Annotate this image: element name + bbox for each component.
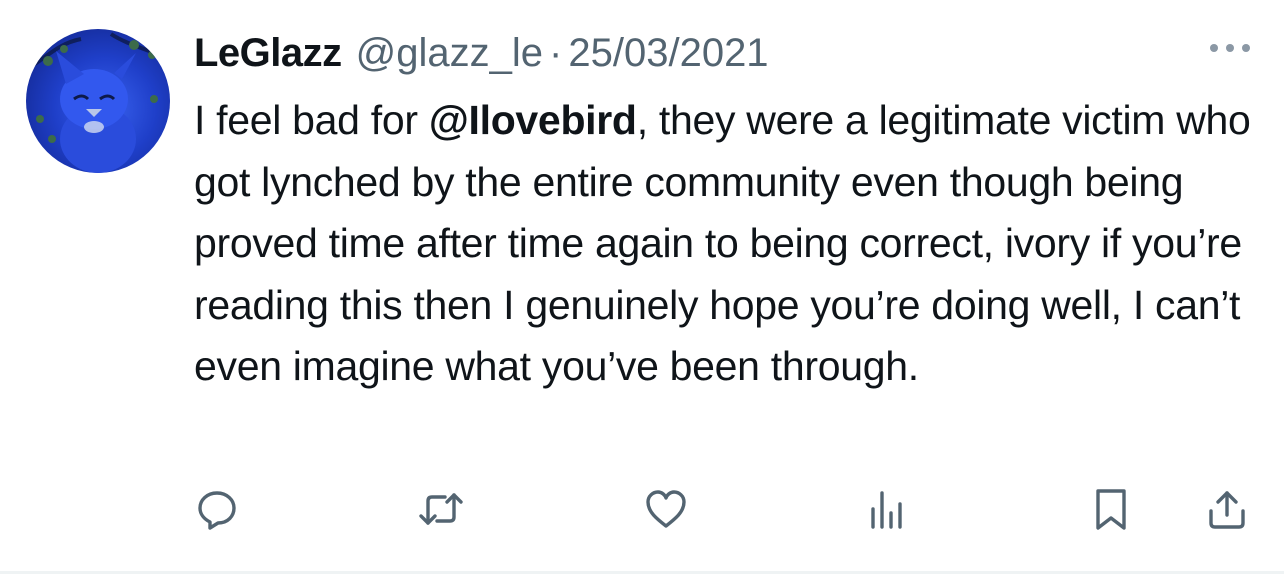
retweet-button[interactable]	[416, 484, 466, 534]
author-handle[interactable]: @glazz_le	[356, 28, 543, 78]
header-separator: ·	[549, 31, 563, 75]
bookmark-icon	[1096, 489, 1126, 530]
tweet-header: LeGlazz @glazz_le · 25/03/2021	[194, 28, 769, 78]
reply-button[interactable]	[192, 484, 242, 534]
share-button[interactable]	[1202, 484, 1252, 534]
reply-icon	[198, 491, 236, 530]
action-bar	[0, 484, 1284, 534]
mention-link[interactable]: @Ilovebird	[429, 97, 637, 143]
more-options-button[interactable]	[1206, 36, 1254, 60]
tweet-text-start: I feel bad for	[194, 97, 429, 143]
like-button[interactable]	[641, 484, 691, 534]
heart-icon	[646, 490, 686, 528]
more-horizontal-icon	[1210, 44, 1250, 52]
views-button[interactable]	[862, 484, 912, 534]
share-icon	[1209, 491, 1245, 529]
bar-chart-icon	[871, 491, 902, 529]
tweet[interactable]: LeGlazz @glazz_le · 25/03/2021 I feel ba…	[0, 0, 1284, 574]
author-name[interactable]: LeGlazz	[194, 28, 342, 78]
tweet-date[interactable]: 25/03/2021	[568, 28, 768, 78]
avatar-image	[26, 32, 170, 173]
retweet-icon	[419, 493, 463, 525]
tweet-text: I feel bad for @Ilovebird, they were a l…	[194, 90, 1264, 398]
bookmark-button[interactable]	[1086, 484, 1136, 534]
avatar[interactable]	[26, 29, 170, 173]
